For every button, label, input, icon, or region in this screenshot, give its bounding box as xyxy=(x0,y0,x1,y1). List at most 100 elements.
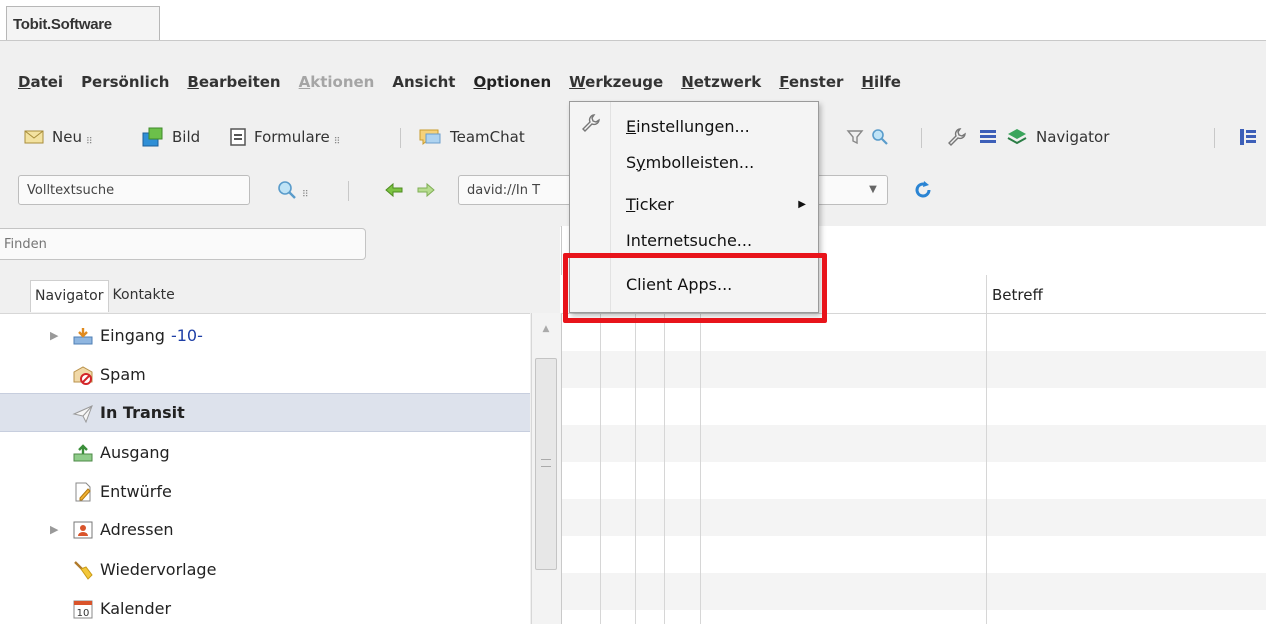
refresh-icon xyxy=(915,181,931,198)
expand-arrow-icon[interactable]: ▶ xyxy=(50,523,58,536)
tab-kontakte[interactable]: Kontakte xyxy=(109,280,179,312)
calendar-icon: 10 xyxy=(72,598,94,620)
table-row[interactable] xyxy=(562,462,1266,499)
table-row[interactable] xyxy=(562,425,1266,462)
tree-item-label: Ausgang xyxy=(100,443,170,462)
wrench-icon xyxy=(948,128,966,146)
refresh-button[interactable] xyxy=(912,173,934,207)
columns-icon xyxy=(1240,129,1256,145)
menu-item-einstellungen[interactable]: Einstellungen... xyxy=(570,108,818,144)
menubar: Datei Persönlich Bearbeiten Aktionen Ansicht… xyxy=(0,62,901,102)
dropdown-grip-icon[interactable]: ⠿ xyxy=(86,137,93,147)
menu-hilfe[interactable]: Hilfe xyxy=(861,73,901,91)
unread-count: -10- xyxy=(170,326,203,345)
paper-plane-icon xyxy=(72,402,94,424)
fulltext-search-input[interactable] xyxy=(18,175,250,205)
layers-icon xyxy=(1007,129,1027,145)
tree-item-label: Wiedervorlage xyxy=(100,560,217,579)
filter-icon xyxy=(846,130,864,145)
menu-datei[interactable]: Datei xyxy=(18,73,63,91)
scroll-up-icon[interactable]: ▲ xyxy=(535,318,557,340)
find-input[interactable] xyxy=(0,228,366,260)
scrollbar-thumb[interactable] xyxy=(535,358,557,570)
menu-aktionen[interactable]: Aktionen xyxy=(299,73,375,91)
tree-item-eingang[interactable]: ▶ Eingang -10- xyxy=(0,316,530,355)
envelope-icon xyxy=(24,130,44,144)
tree-item-wiedervorlage[interactable]: Wiedervorlage xyxy=(0,550,530,589)
broom-icon xyxy=(72,559,94,581)
table-row[interactable] xyxy=(562,388,1266,425)
spam-icon xyxy=(72,364,94,386)
dropdown-grip-icon[interactable]: ⠿ xyxy=(334,137,341,147)
navigator-button-label: Navigator xyxy=(1036,128,1110,146)
teamchat-button-label: TeamChat xyxy=(450,128,525,146)
table-row[interactable] xyxy=(562,351,1266,388)
tree-item-label: Eingang -10- xyxy=(100,326,203,345)
tree-item-ausgang[interactable]: Ausgang xyxy=(0,433,530,472)
column-divider xyxy=(600,314,601,624)
menu-fenster[interactable]: Fenster xyxy=(779,73,843,91)
menu-ansicht[interactable]: Ansicht xyxy=(392,73,455,91)
magnifier-icon xyxy=(872,129,888,145)
back-button[interactable] xyxy=(384,173,404,207)
arrow-right-icon xyxy=(417,182,435,198)
image-button-label: Bild xyxy=(172,128,201,146)
chat-bubble-icon xyxy=(419,129,441,146)
search-button[interactable]: ⠿ xyxy=(276,173,309,207)
navigator-button[interactable]: Navigator xyxy=(1006,120,1109,154)
menu-netzwerk[interactable]: Netzwerk xyxy=(681,73,761,91)
forms-button[interactable]: Formulare ⠿ xyxy=(230,120,340,154)
tree-item-label: Kalender xyxy=(100,599,172,618)
list-lines-icon xyxy=(980,130,996,143)
draft-icon xyxy=(72,481,94,503)
column-divider xyxy=(986,275,987,624)
more-button[interactable] xyxy=(1238,120,1258,154)
menu-item-ticker[interactable]: Ticker ▶ xyxy=(570,186,818,222)
tree-item-spam[interactable]: Spam xyxy=(0,355,530,394)
menu-optionen[interactable]: Optionen xyxy=(473,73,551,91)
tree-item-label: Spam xyxy=(100,365,146,384)
inbox-icon xyxy=(72,325,94,347)
calendar-day: 10 xyxy=(77,608,90,619)
tab-navigator[interactable]: Navigator xyxy=(30,280,109,312)
expand-arrow-icon[interactable]: ▶ xyxy=(50,329,58,342)
menu-item-label: Ticker xyxy=(626,194,674,214)
tree-item-entwürfe[interactable]: Entwürfe xyxy=(0,472,530,511)
toolbar-separator xyxy=(921,128,922,148)
column-betreff[interactable]: Betreff xyxy=(992,286,1043,304)
menu-persönlich[interactable]: Persönlich xyxy=(81,73,169,91)
tree-item-kalender[interactable]: 10 Kalender xyxy=(0,589,530,628)
table-row[interactable] xyxy=(562,536,1266,573)
dropdown-grip-icon[interactable]: ⠿ xyxy=(302,190,309,200)
table-row[interactable] xyxy=(562,573,1266,610)
menu-bearbeiten[interactable]: Bearbeiten xyxy=(187,73,280,91)
new-button-label: Neu xyxy=(52,128,82,146)
menu-werkzeuge[interactable]: Werkzeuge xyxy=(569,73,663,91)
column-divider xyxy=(635,314,636,624)
column-divider xyxy=(664,314,665,624)
image-button[interactable]: Bild xyxy=(140,120,200,154)
new-button[interactable]: Neu ⠿ xyxy=(24,120,93,154)
grip-icon xyxy=(541,459,551,467)
tree-item-adressen[interactable]: ▶ Adressen xyxy=(0,510,530,549)
search-filter-button[interactable] xyxy=(870,120,890,154)
tree-item-in-transit[interactable]: In Transit xyxy=(0,393,530,432)
teamchat-button[interactable]: TeamChat xyxy=(418,120,525,154)
image-icon xyxy=(142,127,163,147)
settings-button[interactable] xyxy=(946,120,968,154)
forms-button-label: Formulare xyxy=(254,128,330,146)
submenu-arrow-icon: ▶ xyxy=(798,198,806,210)
menu-item-symbolleisten[interactable]: Symbolleisten... xyxy=(570,144,818,180)
toolbar-separator xyxy=(1214,128,1215,148)
menu-item-label: Symbolleisten... xyxy=(626,152,755,172)
toolbar-separator xyxy=(400,128,401,148)
magnifier-icon xyxy=(278,181,296,199)
forward-button[interactable] xyxy=(416,173,436,207)
tree-item-label: In Transit xyxy=(100,403,185,422)
table-row[interactable] xyxy=(562,499,1266,536)
outbox-icon xyxy=(72,442,94,464)
filter-button[interactable] xyxy=(846,120,864,154)
chevron-down-icon[interactable]: ▼ xyxy=(862,180,884,200)
tree-item-label: Adressen xyxy=(100,520,174,539)
list-button[interactable] xyxy=(978,120,998,154)
